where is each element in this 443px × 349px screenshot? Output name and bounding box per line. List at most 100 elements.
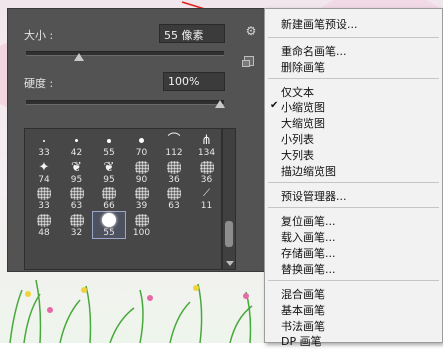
brush-preset-8[interactable]: ❦ 95 — [61, 159, 93, 185]
brush-preset-19[interactable]: 48 — [28, 212, 60, 238]
brush-size-label: 36 — [200, 174, 213, 185]
size-label: 大小 : — [24, 29, 54, 42]
brush-tip-icon — [28, 186, 60, 201]
size-field[interactable]: 55 像素 — [159, 24, 225, 43]
brush-preset-grid: 33 42 55 70 ⌒ 112 ⋔ 134 ✦ 74 ❦ 95 ❦ 95 90 36 36 33 63 66 39 6… — [24, 128, 222, 270]
hardness-field[interactable]: 100% — [163, 72, 225, 91]
menu-item-large-thumbnail[interactable]: 大缩览图 — [281, 115, 325, 131]
brush-preset-3[interactable]: 55 — [93, 132, 125, 158]
grid-scrollbar[interactable] — [222, 128, 236, 270]
scroll-down-arrow[interactable] — [226, 261, 234, 266]
menu-item-load[interactable]: 载入画笔... — [281, 229, 336, 245]
brush-size-label: 90 — [135, 174, 148, 185]
brush-size-label: 55 — [103, 227, 115, 238]
brush-preset-9[interactable]: ❦ 95 — [93, 159, 125, 185]
brush-tip-icon — [93, 186, 125, 201]
brush-size-label: 55 — [103, 148, 115, 158]
menu-item-preset-manager[interactable]: 预设管理器... — [281, 188, 347, 204]
size-slider-track[interactable] — [26, 51, 224, 56]
brush-size-label: 11 — [200, 201, 213, 211]
brush-tip-icon — [126, 160, 158, 175]
hardness-slider-track[interactable] — [26, 100, 224, 105]
menu-item-text-only[interactable]: 仅文本 — [281, 84, 314, 100]
menu-item-small-list[interactable]: 小列表 — [281, 131, 314, 147]
menu-item-mixer-brushes[interactable]: 混合画笔 — [281, 286, 325, 302]
menu-item-basic-brushes[interactable]: 基本画笔 — [281, 302, 325, 318]
brush-size-label: 95 — [103, 174, 115, 185]
brush-preset-20[interactable]: 32 — [61, 212, 93, 238]
brush-tip-icon — [61, 213, 93, 228]
menu-item-save[interactable]: 存储画笔... — [281, 245, 336, 261]
brush-tip-icon: ✦ — [38, 159, 50, 175]
brush-size-label: 74 — [38, 174, 50, 185]
brush-preset-5[interactable]: ⌒ 112 — [158, 132, 190, 158]
brush-preset-21[interactable]: 55 — [92, 210, 126, 239]
menu-item-rename[interactable]: 重命名画笔... — [281, 43, 347, 59]
size-slider-thumb[interactable] — [74, 53, 84, 61]
brush-preset-6[interactable]: ⋔ 134 — [191, 132, 222, 158]
menu-item-new-preset[interactable]: 新建画笔预设... — [281, 16, 358, 32]
menu-item-small-thumbnail[interactable]: 小缩览图 — [281, 99, 325, 115]
brush-size-label: 95 — [70, 174, 83, 185]
scrollbar-thumb[interactable] — [225, 221, 233, 247]
menu-separator — [268, 280, 439, 281]
new-preset-icon[interactable] — [242, 56, 254, 67]
menu-item-replace[interactable]: 替换画笔... — [281, 261, 336, 277]
menu-item-reset[interactable]: 复位画笔... — [281, 213, 336, 229]
brush-size-label: 63 — [168, 201, 180, 211]
brush-size-label: 48 — [38, 227, 50, 238]
brush-tip-icon: ⟋ — [203, 188, 210, 199]
brush-tip-icon — [158, 160, 190, 175]
brush-tip-icon — [158, 186, 190, 201]
brush-tip-icon — [126, 213, 158, 228]
brush-size-label: 63 — [70, 201, 83, 211]
brush-size-label: 134 — [197, 148, 216, 158]
hardness-slider-thumb[interactable] — [215, 100, 225, 108]
brush-size-label: 39 — [135, 201, 148, 211]
brush-preset-1[interactable]: 33 — [28, 132, 60, 158]
brush-tip-icon: ⌒ — [167, 133, 181, 148]
brush-preset-12[interactable]: 36 — [191, 159, 222, 185]
gear-icon[interactable]: ⚙ — [245, 25, 257, 37]
brush-size-label: 32 — [70, 227, 83, 238]
brush-preset-7[interactable]: ✦ 74 — [28, 159, 60, 185]
brush-tip-icon — [126, 133, 158, 148]
brush-preset-13[interactable]: 33 — [28, 185, 60, 211]
brush-tip-icon — [28, 213, 60, 228]
menu-item-large-list[interactable]: 大列表 — [281, 147, 314, 163]
menu-item-stroke-thumbnail[interactable]: 描边缩览图 — [281, 163, 336, 179]
menu-separator — [268, 182, 439, 183]
brush-tip-icon: ❦ — [71, 159, 82, 175]
menu-item-delete[interactable]: 删除画笔 — [281, 59, 325, 75]
menu-separator — [268, 207, 439, 208]
menu-separator — [268, 78, 439, 79]
brush-size-label: 66 — [103, 201, 115, 211]
brush-preset-2[interactable]: 42 — [61, 132, 93, 158]
brush-size-label: 36 — [168, 174, 180, 185]
brush-size-label: 112 — [165, 148, 183, 158]
hardness-label: 硬度 : — [24, 77, 54, 90]
brush-tip-icon — [61, 186, 93, 201]
brush-size-label: 33 — [38, 201, 50, 211]
brush-tip-icon — [191, 160, 222, 175]
brush-tip-icon — [126, 186, 158, 201]
menu-item-calligraphic-brushes[interactable]: 书法画笔 — [281, 318, 325, 334]
brush-size-label: 33 — [38, 148, 50, 158]
brush-tip-icon: ⋔ — [201, 133, 212, 148]
brush-preset-panel: 大小 : 55 像素 ⚙ 硬度 : 100% 33 42 55 70 ⌒ 112 ⋔ 134 ✦… — [7, 8, 265, 272]
brush-preset-15[interactable]: 66 — [93, 185, 125, 211]
brush-preset-22[interactable]: 100 — [126, 212, 158, 238]
brush-preset-16[interactable]: 39 — [126, 185, 158, 211]
menu-item-dp-brushes[interactable]: DP 画笔 — [281, 333, 322, 349]
brush-preset-18[interactable]: ⟋ 11 — [191, 185, 222, 211]
brush-tip-icon: ❦ — [103, 159, 115, 175]
brush-panel-menu: 新建画笔预设... 重命名画笔... 删除画笔 仅文本 ✔ 小缩览图 大缩览图 … — [264, 8, 443, 348]
brush-tip-icon — [93, 133, 125, 148]
brush-preset-17[interactable]: 63 — [158, 185, 190, 211]
brush-size-label: 42 — [70, 148, 83, 158]
check-icon: ✔ — [270, 100, 279, 111]
brush-preset-4[interactable]: 70 — [126, 132, 158, 158]
brush-preset-11[interactable]: 36 — [158, 159, 190, 185]
brush-preset-10[interactable]: 90 — [126, 159, 158, 185]
brush-preset-14[interactable]: 63 — [61, 185, 93, 211]
